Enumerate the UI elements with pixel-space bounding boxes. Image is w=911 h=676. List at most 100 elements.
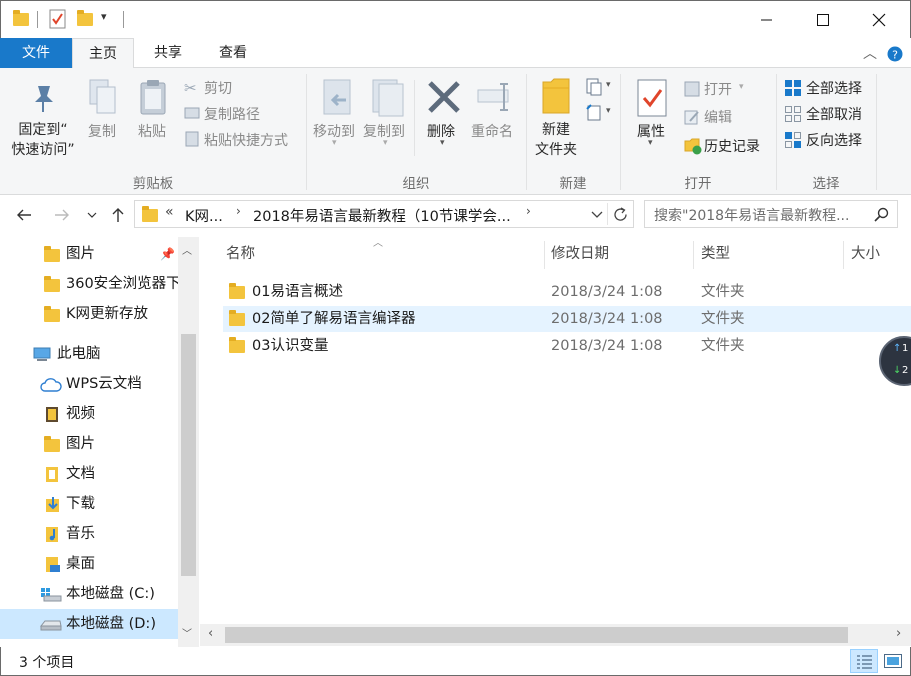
edit-button[interactable]: 编辑 (704, 107, 732, 127)
recent-locations-button[interactable] (82, 203, 102, 227)
pin-icon[interactable]: 📌 (160, 239, 175, 269)
drive-icon (40, 620, 62, 631)
rename-icon (477, 83, 509, 111)
pin-icon (35, 86, 53, 112)
sidebar-item-label: 音乐 (66, 526, 95, 542)
cut-button[interactable]: 剪切 (204, 78, 232, 98)
breadcrumb-item[interactable]: 2018年易语言最新教程（10节课学会... (253, 205, 511, 226)
column-header-type[interactable]: 类型 (701, 237, 730, 271)
new-folder-line2: 文件夹 (535, 142, 577, 158)
column-header-size[interactable]: 大小 (851, 237, 880, 271)
divider[interactable] (544, 241, 545, 269)
open-button[interactable]: 打开 (704, 79, 732, 99)
history-button[interactable]: 历史记录 (704, 136, 760, 156)
collapse-ribbon-icon[interactable]: ︿ (863, 43, 877, 63)
new-item-icon[interactable] (586, 78, 602, 96)
sidebar-item-wps-cloud[interactable]: WPS云文档 (0, 369, 178, 399)
select-all-button[interactable]: 全部选择 (806, 78, 862, 98)
search-icon[interactable] (874, 207, 889, 222)
maximize-button[interactable] (795, 1, 851, 39)
scroll-up-icon[interactable]: ︿ (182, 242, 192, 257)
details-view-icon (857, 655, 872, 669)
new-folder-quick-icon[interactable] (77, 10, 93, 26)
history-icon (684, 138, 702, 155)
tab-home[interactable]: 主页 (72, 38, 134, 69)
sidebar-item-360-browser[interactable]: 360安全浏览器下 (0, 269, 178, 299)
address-dropdown-icon[interactable] (591, 210, 603, 219)
sidebar-scrollbar-thumb[interactable] (181, 334, 196, 576)
pin-to-quick-access-button[interactable]: 固定到“ 快速访问” (8, 120, 78, 160)
search-input[interactable]: 搜索"2018年易语言最新教程... (644, 200, 898, 228)
horizontal-scrollbar-thumb[interactable] (225, 627, 848, 643)
tab-view[interactable]: 查看 (202, 38, 264, 68)
sidebar-item-pictures[interactable]: 图片 (0, 429, 178, 459)
refresh-icon[interactable] (612, 206, 629, 223)
navigation-pane: 图片 📌 360安全浏览器下 K网更新存放 此电脑 WPS云文档 视频 图片 文… (0, 237, 199, 647)
table-row[interactable]: 01易语言概述 2018/3/24 1:08 文件夹 (223, 279, 911, 305)
properties-quick-icon[interactable] (49, 9, 67, 29)
breadcrumb-separator-icon[interactable]: › (526, 204, 531, 218)
copy-path-button[interactable]: 复制路径 (204, 104, 260, 124)
scroll-left-icon[interactable]: ‹ (208, 626, 213, 641)
up-button[interactable] (106, 203, 130, 227)
scroll-right-icon[interactable]: › (896, 626, 901, 641)
paste-button[interactable]: 粘贴 (138, 121, 166, 141)
back-button[interactable] (12, 203, 36, 227)
invert-selection-button[interactable]: 反向选择 (806, 130, 862, 150)
sidebar-item-desktop[interactable]: 桌面 (0, 549, 178, 579)
sidebar-item-music[interactable]: 音乐 (0, 519, 178, 549)
rename-button[interactable]: 重命名 (471, 121, 513, 141)
large-icons-view-button[interactable] (880, 649, 906, 673)
select-none-button[interactable]: 全部取消 (806, 104, 862, 124)
windows-drive-icon (41, 588, 62, 602)
tab-share[interactable]: 共享 (136, 38, 200, 68)
divider[interactable] (693, 241, 694, 269)
ribbon-tabs: 文件 主页 共享 查看 ︿ ? (0, 38, 911, 69)
divider[interactable] (843, 241, 844, 269)
sidebar-item-k-updates[interactable]: K网更新存放 (0, 299, 178, 329)
help-icon[interactable]: ? (887, 46, 903, 62)
table-row[interactable]: 02简单了解易语言编译器 2018/3/24 1:08 文件夹 (223, 306, 911, 332)
sidebar-item-drive-c[interactable]: 本地磁盘 (C:) (0, 579, 178, 609)
paste-icon (140, 80, 166, 115)
paste-shortcut-icon (185, 131, 199, 147)
column-header-date[interactable]: 修改日期 (551, 237, 609, 271)
folder-icon (44, 276, 60, 292)
sidebar-item-this-pc[interactable]: 此电脑 (0, 339, 178, 369)
folder-icon (44, 306, 60, 322)
sidebar-item-pictures-quick[interactable]: 图片 📌 (0, 239, 178, 269)
status-bar: 3 个项目 (0, 647, 911, 676)
file-name: 01易语言概述 (252, 284, 343, 300)
breadcrumb-item[interactable]: K网... (185, 205, 223, 226)
chevron-down-icon: ▾ (332, 138, 337, 148)
breadcrumb-separator-icon[interactable]: › (236, 204, 241, 218)
large-icons-view-icon (884, 654, 902, 668)
tab-file[interactable]: 文件 (0, 38, 72, 68)
search-placeholder: 搜索"2018年易语言最新教程... (654, 208, 850, 224)
easy-access-icon[interactable] (586, 104, 602, 122)
table-row[interactable]: 03认识变量 2018/3/24 1:08 文件夹 (223, 333, 911, 359)
column-header-name[interactable]: 名称 (226, 237, 255, 271)
file-type: 文件夹 (701, 311, 745, 327)
forward-button[interactable] (50, 203, 74, 227)
sidebar-item-drive-d[interactable]: 本地磁盘 (D:) (0, 609, 178, 639)
cloud-icon (40, 378, 62, 392)
sidebar-item-label: K网更新存放 (66, 306, 149, 322)
sidebar-item-documents[interactable]: 文档 (0, 459, 178, 489)
address-bar[interactable]: « K网... › 2018年易语言最新教程（10节课学会... › (134, 200, 634, 228)
sidebar-item-videos[interactable]: 视频 (0, 399, 178, 429)
details-view-button[interactable] (850, 649, 878, 673)
new-folder-button[interactable]: 新建 文件夹 (531, 120, 581, 160)
sidebar-item-downloads[interactable]: 下载 (0, 489, 178, 519)
breadcrumb-overflow[interactable]: « (165, 204, 174, 220)
properties-icon (637, 79, 667, 117)
new-folder-icon (542, 78, 570, 114)
sort-ascending-icon: ︿ (373, 238, 383, 249)
copy-button[interactable]: 复制 (88, 121, 116, 141)
minimize-button[interactable] (739, 1, 795, 39)
scroll-down-icon[interactable]: ﹀ (182, 625, 192, 640)
paste-shortcut-button[interactable]: 粘贴快捷方式 (204, 130, 288, 150)
close-button[interactable] (851, 1, 907, 39)
customize-quick-access-icon[interactable]: ▾ (101, 10, 107, 23)
upload-arrow-icon: ↑ (893, 343, 902, 354)
